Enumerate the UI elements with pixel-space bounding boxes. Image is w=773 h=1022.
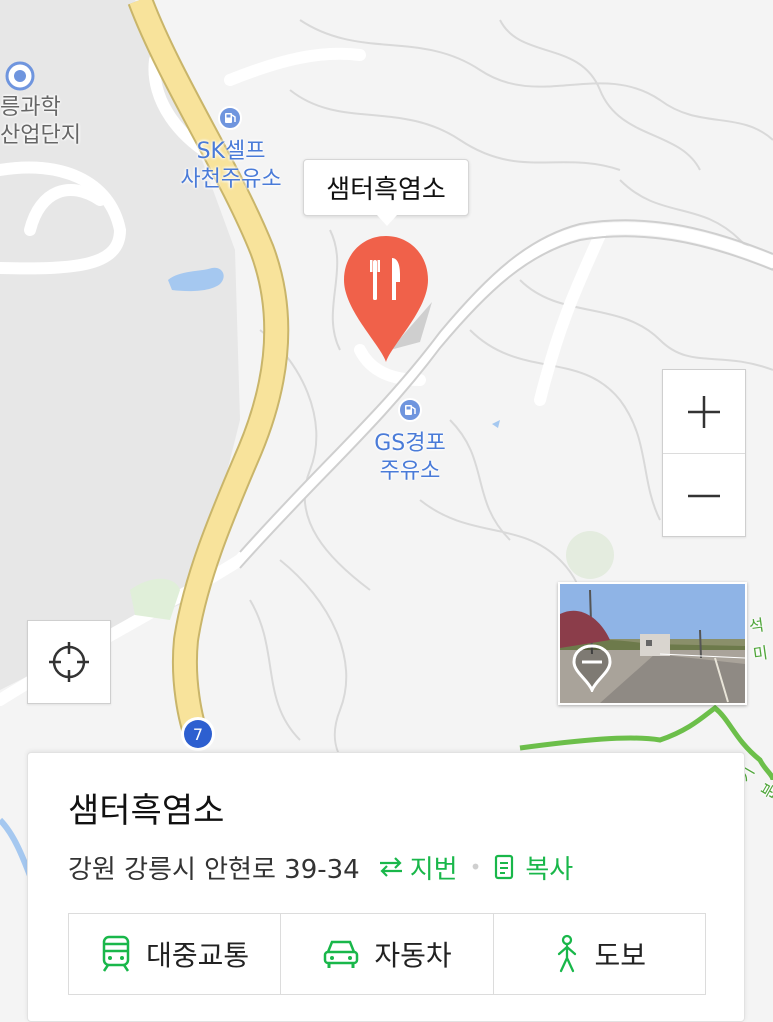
current-location-button[interactable] [27, 620, 111, 704]
car-icon [324, 940, 359, 968]
lot-number-label: 지번 [409, 854, 458, 885]
address-row: 강원 강릉시 안현로 39-34 지번 • 복사 [68, 847, 573, 887]
selected-place-callout[interactable]: 샘터흑염소 [303, 159, 469, 226]
poi-sk-line1: SK셀프 [196, 139, 266, 164]
place-address: 강원 강릉시 안현로 39-34 [68, 854, 360, 885]
area-label-line1: 릉과학 [0, 95, 61, 120]
car-label: 자동차 [374, 939, 452, 972]
gas-station-icon[interactable] [398, 398, 422, 422]
place-name: 샘터흑염소 [68, 791, 225, 831]
place-info-card[interactable]: 샘터흑염소 강원 강릉시 안현로 39-34 지번 • 복사 대중교통 자동차 … [27, 752, 745, 1022]
poi-sk-gas-station[interactable]: SK셀프 사천주유소 [168, 138, 294, 194]
copy-icon [495, 854, 514, 880]
roadview-pin-icon [572, 644, 612, 692]
poi-gs-gas-station[interactable]: GS경포 주유소 [362, 430, 458, 486]
copy-button[interactable]: 복사 [493, 849, 573, 886]
zoom-control [662, 369, 746, 537]
poi-gs-line2: 주유소 [379, 459, 441, 484]
transit-label: 대중교통 [146, 939, 250, 972]
roadview-thumbnail[interactable] [558, 582, 747, 705]
zoom-in-button[interactable] [663, 370, 745, 453]
poi-sk-line2: 사천주유소 [180, 167, 282, 192]
swap-arrows-icon [379, 857, 402, 877]
transport-mode-bar: 대중교통 자동차 도보 [68, 913, 706, 995]
walking-icon [557, 934, 576, 973]
transit-directions-button[interactable]: 대중교통 [69, 914, 280, 994]
separator-dot: • [469, 855, 482, 879]
area-label[interactable]: 릉과학 산업단지 [0, 94, 81, 150]
gas-station-icon[interactable] [218, 106, 242, 130]
walking-directions-button[interactable]: 도보 [492, 914, 705, 994]
copy-label: 복사 [525, 854, 574, 885]
area-label-line2: 산업단지 [0, 123, 81, 148]
route-number: 7 [193, 725, 203, 744]
car-directions-button[interactable]: 자동차 [280, 914, 492, 994]
restaurant-pin-icon[interactable] [340, 232, 432, 366]
train-icon [102, 935, 130, 972]
minus-icon [688, 494, 720, 497]
route-7-shield: 7 [181, 717, 215, 751]
callout-label: 샘터흑염소 [326, 175, 446, 205]
lot-number-button[interactable]: 지번 [378, 849, 458, 886]
crosshair-icon [49, 642, 89, 682]
walking-label: 도보 [594, 939, 647, 972]
plus-icon [688, 395, 720, 428]
poi-gs-line1: GS경포 [374, 431, 446, 456]
zoom-out-button[interactable] [663, 453, 745, 537]
